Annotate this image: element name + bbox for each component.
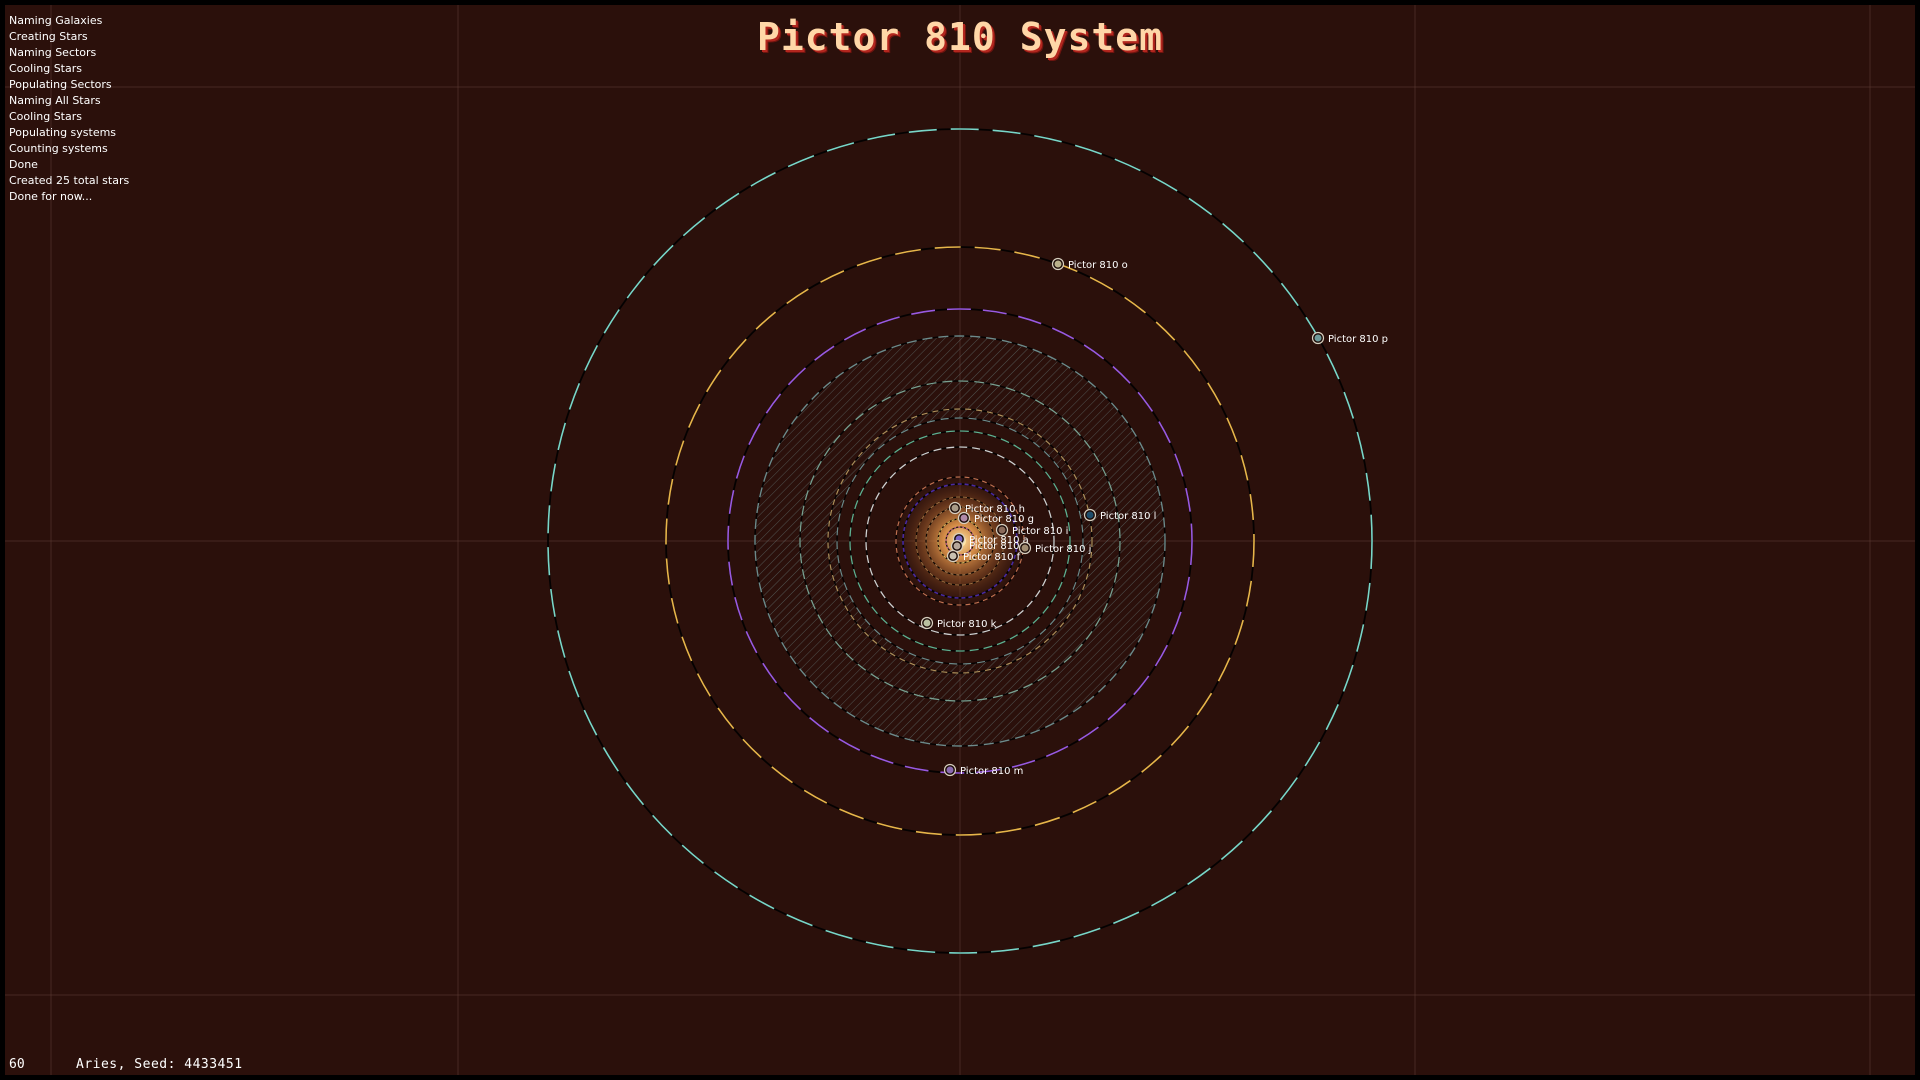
planet-icon bbox=[998, 526, 1006, 534]
log-line: Done bbox=[9, 158, 38, 171]
planet-label: Pictor 810 k bbox=[937, 619, 997, 630]
planet-marker[interactable]: Pictor 810 m bbox=[943, 763, 1024, 778]
log-line: Naming All Stars bbox=[9, 94, 101, 107]
log-line: Done for now... bbox=[9, 190, 93, 203]
planet-marker[interactable]: Pictor 810 k bbox=[920, 616, 997, 631]
planet-icon bbox=[946, 766, 954, 774]
planet-icon bbox=[1054, 260, 1062, 268]
planet-icon bbox=[923, 619, 931, 627]
generation-log: Naming Galaxies Creating Stars Naming Sect… bbox=[9, 13, 129, 205]
system-title: Pictor 810 System bbox=[757, 15, 1163, 59]
planet-marker[interactable]: Pictor 810 p bbox=[1311, 331, 1389, 346]
planet-label: Pictor 810 f bbox=[963, 552, 1021, 563]
planet-label: Pictor 810 j bbox=[1035, 544, 1091, 555]
log-line: Creating Stars bbox=[9, 30, 88, 43]
planet-label: Pictor 810 l bbox=[1100, 511, 1156, 522]
planet-icon bbox=[1086, 511, 1094, 519]
seed-readout: Aries, Seed: 4433451 bbox=[76, 1057, 243, 1072]
log-line: Cooling Stars bbox=[9, 62, 82, 75]
log-line: Populating systems bbox=[9, 126, 117, 139]
log-line: Created 25 total stars bbox=[9, 174, 130, 187]
planet-label: Pictor 810 g bbox=[974, 514, 1034, 525]
system-view[interactable]: Pictor 810 o Pictor 810 p Pictor 810 h Pict… bbox=[5, 5, 1915, 1075]
planet-icon bbox=[1314, 334, 1322, 342]
planet-label: Pictor 810 m bbox=[960, 766, 1023, 777]
planet-icon bbox=[953, 542, 961, 550]
log-line: Cooling Stars bbox=[9, 110, 82, 123]
planet-icon bbox=[960, 514, 968, 522]
planet-icon bbox=[1021, 544, 1029, 552]
planet-label: Pictor 810 o bbox=[1068, 260, 1128, 271]
log-line: Naming Sectors bbox=[9, 46, 97, 59]
planet-marker[interactable]: Pictor 810 o bbox=[1051, 257, 1128, 272]
planet-marker[interactable]: Pictor 810 j bbox=[1018, 541, 1092, 556]
fps-counter: 60 bbox=[9, 1057, 25, 1072]
log-line: Naming Galaxies bbox=[9, 14, 103, 27]
planet-icon bbox=[949, 552, 957, 560]
planet-label: Pictor 810 p bbox=[1328, 334, 1388, 345]
log-line: Counting systems bbox=[9, 142, 108, 155]
log-line: Populating Sectors bbox=[9, 78, 112, 91]
planet-icon bbox=[951, 504, 959, 512]
system-map[interactable]: Pictor 810 oPictor 810 pPictor 810 hPict… bbox=[5, 5, 1915, 1075]
